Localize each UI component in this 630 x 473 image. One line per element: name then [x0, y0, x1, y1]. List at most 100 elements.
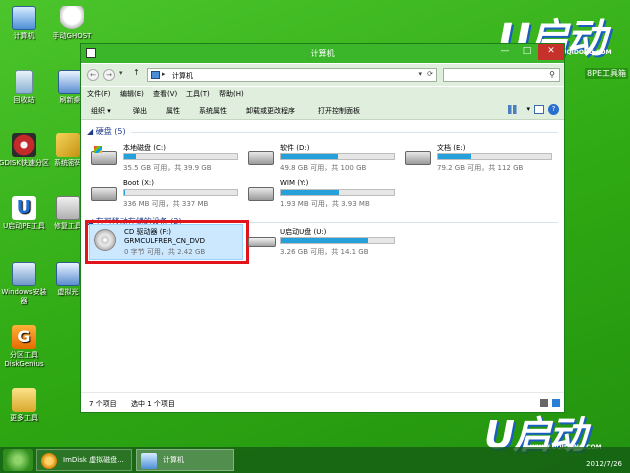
window-title: 计算机 [310, 49, 335, 58]
drive-u-usb[interactable]: U启动U盘 (U:) 3.26 GB 可用，共 14.1 GB [248, 227, 398, 259]
uninstall-button[interactable]: 卸载或更改程序 [246, 106, 295, 116]
desktop-icon-label: 修复工具 [54, 222, 82, 230]
desktop-icon-more-tools[interactable]: 更多工具 [0, 388, 50, 423]
close-button[interactable]: ✕ [538, 44, 564, 60]
search-icon: ⚲ [549, 70, 555, 79]
desktop-icon-label: 计算机 [13, 32, 35, 40]
taskbar: ImDisk 虚拟磁盘... 计算机 [0, 447, 630, 473]
drive-usage-fill [281, 154, 338, 159]
drive-free-space: 49.8 GB 可用，共 100 GB [280, 164, 367, 172]
drive-y[interactable]: WIM (Y:) 1.93 MB 可用，共 3.93 MB [248, 179, 398, 211]
selected-count: 选中 1 个项目 [131, 400, 175, 408]
back-button[interactable]: ← [87, 69, 99, 81]
drive-free-space: 79.2 GB 可用，共 112 GB [437, 164, 524, 172]
drive-free-space: 1.93 MB 可用，共 3.93 MB [280, 200, 370, 208]
refresh-icon[interactable]: ⟳ [427, 70, 433, 78]
red-highlight-box [85, 220, 249, 264]
menu-bar: 文件(F) 编辑(E) 查看(V) 工具(T) 帮助(H) [81, 87, 564, 101]
desktop-icon-diskgenius[interactable]: 分区工具DiskGenius [0, 325, 50, 369]
taskbar-item-computer[interactable]: 计算机 [136, 449, 234, 471]
maximize-button[interactable]: □ [516, 44, 538, 60]
drive-name: WIM (Y:) [280, 179, 309, 187]
diskgenius-icon [12, 325, 36, 349]
desktop-icon-label: 手动GHOST [52, 32, 92, 40]
eject-button[interactable]: 弹出 [133, 106, 147, 116]
menu-help[interactable]: 帮助(H) [219, 89, 244, 99]
search-input[interactable]: ⚲ [443, 68, 560, 82]
chevron-right-icon: ▸ [162, 70, 166, 78]
desktop-icon-label: 虚拟光 [57, 288, 79, 296]
drive-usage-fill [281, 190, 339, 195]
drive-usage-fill [124, 154, 137, 159]
u-logo-icon [12, 196, 36, 220]
drive-usage-fill [438, 154, 471, 159]
drive-usage-bar [437, 153, 552, 160]
hard-drive-icon [248, 151, 274, 165]
address-location: 计算机 [172, 72, 193, 80]
drive-c[interactable]: 本地磁盘 (C:) 35.5 GB 可用，共 39.9 GB [91, 143, 241, 175]
taskbar-item-imdisk[interactable]: ImDisk 虚拟磁盘... [36, 449, 132, 471]
key-icon [56, 133, 80, 157]
hard-drive-icon [248, 187, 274, 201]
system-properties-button[interactable]: 系统属性 [199, 106, 227, 116]
drive-usage-bar [123, 189, 238, 196]
drive-free-space: 35.5 GB 可用，共 39.9 GB [123, 164, 212, 172]
menu-tools[interactable]: 工具(T) [186, 89, 210, 99]
menu-file[interactable]: 文件(F) [87, 89, 111, 99]
menu-edit[interactable]: 编辑(E) [120, 89, 144, 99]
chevron-down-icon[interactable]: ▾ [526, 105, 530, 113]
usb-drive-icon [248, 237, 276, 247]
preview-pane-icon[interactable] [534, 105, 544, 114]
desktop-icon-ghost[interactable]: 手动GHOST [46, 6, 98, 41]
menu-view[interactable]: 查看(V) [153, 89, 177, 99]
item-count: 7 个项目 [89, 400, 117, 408]
drive-usage-fill [124, 190, 126, 195]
drive-e[interactable]: 文档 (E:) 79.2 GB 可用，共 112 GB [405, 143, 555, 175]
hard-drive-icon [405, 151, 431, 165]
drive-x[interactable]: Boot (X:) 336 MB 可用，共 337 MB [91, 179, 241, 211]
command-bar: 组织 ▾ 弹出 属性 系统属性 卸载或更改程序 打开控制面板 ▾ ? [81, 101, 564, 120]
collapse-icon: ◢ [87, 127, 96, 136]
properties-button[interactable]: 属性 [166, 106, 180, 116]
up-button[interactable]: ↑ [133, 68, 140, 77]
desktop-icon-computer[interactable]: 计算机 [0, 6, 50, 41]
drive-name: U启动U盘 (U:) [280, 228, 327, 236]
title-bar[interactable]: 计算机 — □ ✕ [81, 44, 564, 63]
forward-button[interactable]: → [103, 69, 115, 81]
desktop-icon-label: 更多工具 [10, 414, 38, 422]
chevron-down-icon[interactable]: ▾ [418, 70, 422, 78]
view-icon[interactable] [508, 105, 520, 114]
content-pane: ◢ 硬盘 (5) 本地磁盘 (C:) 35.5 GB 可用，共 39.9 GB … [81, 121, 564, 391]
folder-icon [12, 388, 36, 412]
explorer-window: 计算机 — □ ✕ ← → ▾ ↑ ▸ 计算机 ▾ ⟳ ⚲ 文件(F) 编辑(E… [80, 43, 565, 413]
computer-icon [12, 6, 36, 30]
desktop: 计算机 手动GHOST 回收站 刷新桌 GDISK快速分区 系统密码 U启动PE… [0, 0, 630, 473]
imdisk-icon [41, 453, 57, 469]
drive-free-space: 336 MB 可用，共 337 MB [123, 200, 209, 208]
group-divider [131, 132, 558, 133]
control-panel-button[interactable]: 打开控制面板 [318, 106, 360, 116]
desktop-icon-label: 刷新桌 [59, 96, 81, 104]
address-field[interactable]: ▸ 计算机 ▾ ⟳ [147, 68, 437, 82]
help-button[interactable]: ? [548, 104, 559, 115]
desktop-icon-recycle-bin[interactable]: 回收站 [0, 70, 50, 105]
drive-usage-bar [123, 153, 238, 160]
address-bar: ← → ▾ ↑ ▸ 计算机 ▾ ⟳ ⚲ [81, 64, 564, 86]
desktop-icon-label: 分区工具DiskGenius [4, 351, 44, 368]
group-divider [201, 222, 558, 223]
organize-button[interactable]: 组织 ▾ [91, 106, 111, 116]
drive-name: 本地磁盘 (C:) [123, 144, 166, 152]
group-hard-disks[interactable]: ◢ 硬盘 (5) [87, 126, 126, 137]
status-bar: 7 个项目 选中 1 个项目 [81, 392, 564, 412]
drive-d[interactable]: 软件 (D:) 49.8 GB 可用，共 100 GB [248, 143, 398, 175]
desktop-icon-label: 系统密码 [54, 159, 82, 167]
recent-dropdown-icon[interactable]: ▾ [119, 69, 123, 77]
pe-toolbox-label: 8PE工具箱 [585, 68, 628, 79]
view-toggle-icon[interactable] [540, 399, 560, 407]
start-button[interactable] [3, 449, 33, 471]
recycle-bin-icon [15, 70, 33, 94]
group-hard-disks-label: 硬盘 (5) [95, 127, 126, 136]
network-icon [56, 262, 80, 286]
drive-name: 文档 (E:) [437, 144, 466, 152]
minimize-button[interactable]: — [494, 44, 516, 60]
